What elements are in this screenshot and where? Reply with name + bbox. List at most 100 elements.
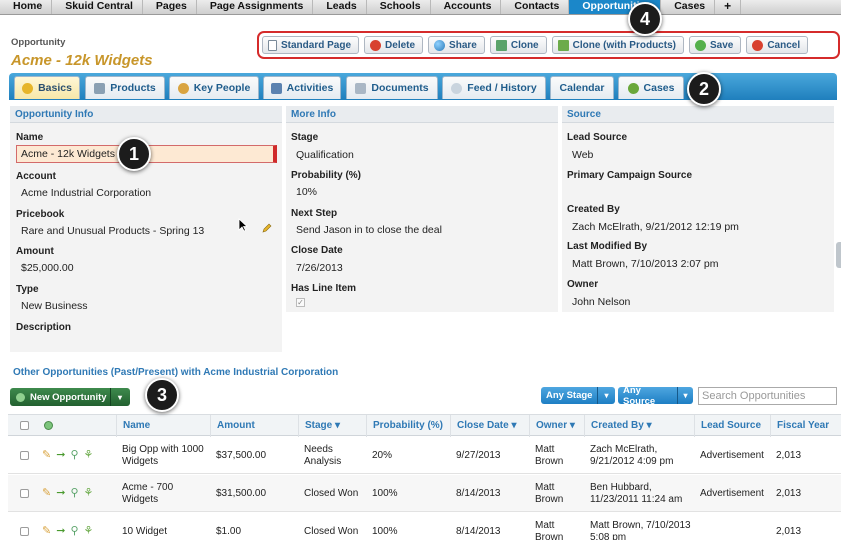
nav-pages[interactable]: Pages <box>143 0 197 14</box>
arrow-right-icon[interactable]: ➞ <box>56 526 65 537</box>
search-input[interactable]: Search Opportunities <box>698 387 837 405</box>
column-header-label: Close Date <box>457 420 509 431</box>
nav-home[interactable]: Home <box>0 0 53 14</box>
tab-calendar[interactable]: Calendar <box>550 76 614 99</box>
tab-key-people[interactable]: Key People <box>169 76 259 99</box>
nav-accounts[interactable]: Accounts <box>431 0 502 14</box>
nav-schools[interactable]: Schools <box>367 0 431 14</box>
add-row-icon[interactable] <box>44 421 53 430</box>
lead-source-value[interactable]: Web <box>572 149 593 161</box>
tab-products-label: Products <box>110 82 156 94</box>
type-value[interactable]: New Business <box>21 300 88 312</box>
standard-page-button[interactable]: Standard Page <box>262 36 360 54</box>
top-navigation: Home Skuid Central Pages Page Assignment… <box>0 0 841 15</box>
clone-products-icon[interactable]: ⚘ <box>84 488 94 499</box>
table-row: ✎ ➞ ⚲ ⚘ 10 Widget $1.00 Closed Won 100% … <box>8 513 841 540</box>
tab-basics[interactable]: Basics <box>14 76 80 99</box>
select-all-checkbox[interactable] <box>20 421 29 430</box>
tab-cases[interactable]: Cases <box>618 76 684 99</box>
source-header: Source <box>562 106 834 123</box>
nav-page-assignments[interactable]: Page Assignments <box>197 0 314 14</box>
column-header[interactable]: Name <box>116 415 210 437</box>
column-header[interactable]: Lead Source <box>694 415 770 437</box>
column-header[interactable]: Owner ▾ <box>529 415 584 437</box>
delete-button[interactable]: Delete <box>364 36 424 54</box>
cell-name[interactable]: Acme - 700 Widgets <box>116 475 210 512</box>
owner-label: Owner <box>567 279 599 290</box>
new-opportunity-main[interactable]: New Opportunity <box>10 388 111 406</box>
clone-products-icon[interactable]: ⚘ <box>84 526 94 537</box>
cell-fiscal-year: 2,013 <box>776 449 802 461</box>
nav-add-tab[interactable]: + <box>715 0 742 14</box>
calendar-icon <box>270 82 282 94</box>
clone-with-products-button[interactable]: Clone (with Products) <box>551 36 684 54</box>
cell-name[interactable]: Big Opp with 1000 Widgets <box>116 437 210 474</box>
share-label: Share <box>449 39 477 51</box>
column-header[interactable]: Fiscal Year <box>770 415 841 437</box>
cell-name[interactable]: 10 Widget <box>116 513 210 540</box>
arrow-right-icon[interactable]: ➞ <box>56 488 65 499</box>
row-checkbox[interactable] <box>20 489 29 498</box>
row-checkbox[interactable] <box>20 527 29 536</box>
sort-chevron-icon: ▾ <box>646 420 652 431</box>
edit-pencil-icon[interactable] <box>262 223 272 233</box>
column-header-label: Name <box>123 420 151 431</box>
sort-chevron-icon: ▾ <box>335 420 341 431</box>
save-button[interactable]: Save <box>688 36 742 54</box>
source-filter[interactable]: Any Source ▾ <box>618 385 693 407</box>
tab-activities[interactable]: Activities <box>263 76 341 99</box>
tab-products[interactable]: Products <box>85 76 165 99</box>
stage-filter[interactable]: Any Stage ▾ <box>541 387 615 404</box>
pricebook-value[interactable]: Rare and Unusual Products - Spring 13 <box>21 225 204 237</box>
next-step-value[interactable]: Send Jason in to close the deal <box>296 224 442 236</box>
amount-value[interactable]: $25,000.00 <box>21 262 74 274</box>
save-icon <box>694 39 706 51</box>
share-button[interactable]: Share <box>428 36 485 54</box>
star-icon <box>22 82 34 94</box>
clone-products-icon[interactable]: ⚘ <box>84 450 94 461</box>
edit-pencil-icon[interactable]: ✎ <box>42 526 51 537</box>
clone-icon[interactable]: ⚲ <box>70 450 78 461</box>
arrow-right-icon[interactable]: ➞ <box>56 450 65 461</box>
nav-cases[interactable]: Cases <box>661 0 716 14</box>
column-header[interactable]: Close Date ▾ <box>450 415 529 437</box>
owner-value[interactable]: John Nelson <box>572 296 630 308</box>
nav-leads[interactable]: Leads <box>313 0 367 14</box>
cell-amount: $31,500.00 <box>216 487 267 499</box>
column-header[interactable]: Stage ▾ <box>298 415 366 437</box>
callout-4: 4 <box>628 2 662 36</box>
nav-skuid-central[interactable]: Skuid Central <box>52 0 143 14</box>
pricebook-label: Pricebook <box>16 209 65 220</box>
tab-documents-label: Documents <box>371 82 429 94</box>
nav-contacts[interactable]: Contacts <box>501 0 570 14</box>
tab-key-people-label: Key People <box>193 82 251 94</box>
clone-icon[interactable]: ⚲ <box>70 526 78 537</box>
cancel-button[interactable]: Cancel <box>746 36 809 54</box>
new-opportunity-button[interactable]: New Opportunity ▾ <box>10 388 130 406</box>
tab-basics-label: Basics <box>38 82 72 94</box>
row-actions: ✎ ➞ ⚲ ⚘ <box>42 526 93 537</box>
column-header[interactable]: Probability (%) <box>366 415 450 437</box>
tab-feed-history[interactable]: Feed / History <box>442 76 546 99</box>
tab-documents[interactable]: Documents <box>346 76 438 99</box>
edit-pencil-icon[interactable]: ✎ <box>42 450 51 461</box>
edit-pencil-icon[interactable]: ✎ <box>42 488 51 499</box>
chevron-down-icon[interactable]: ▾ <box>111 393 129 402</box>
description-label: Description <box>16 322 72 333</box>
stage-value[interactable]: Qualification <box>296 149 354 161</box>
clone-icon[interactable]: ⚲ <box>70 488 78 499</box>
cart-icon <box>94 82 106 94</box>
side-scroll-handle[interactable] <box>836 242 841 268</box>
probability-value[interactable]: 10% <box>296 186 317 198</box>
clone-button[interactable]: Clone <box>489 36 547 54</box>
sort-chevron-icon: ▾ <box>569 420 575 431</box>
column-header[interactable]: Amount <box>210 415 298 437</box>
close-date-label: Close Date <box>291 245 343 256</box>
clone-icon <box>495 39 507 51</box>
row-checkbox[interactable] <box>20 451 29 460</box>
account-value[interactable]: Acme Industrial Corporation <box>21 187 151 199</box>
add-icon <box>16 392 25 402</box>
close-date-value[interactable]: 7/26/2013 <box>296 262 343 274</box>
column-header[interactable]: Created By ▾ <box>584 415 694 437</box>
tab-calendar-label: Calendar <box>559 82 605 94</box>
